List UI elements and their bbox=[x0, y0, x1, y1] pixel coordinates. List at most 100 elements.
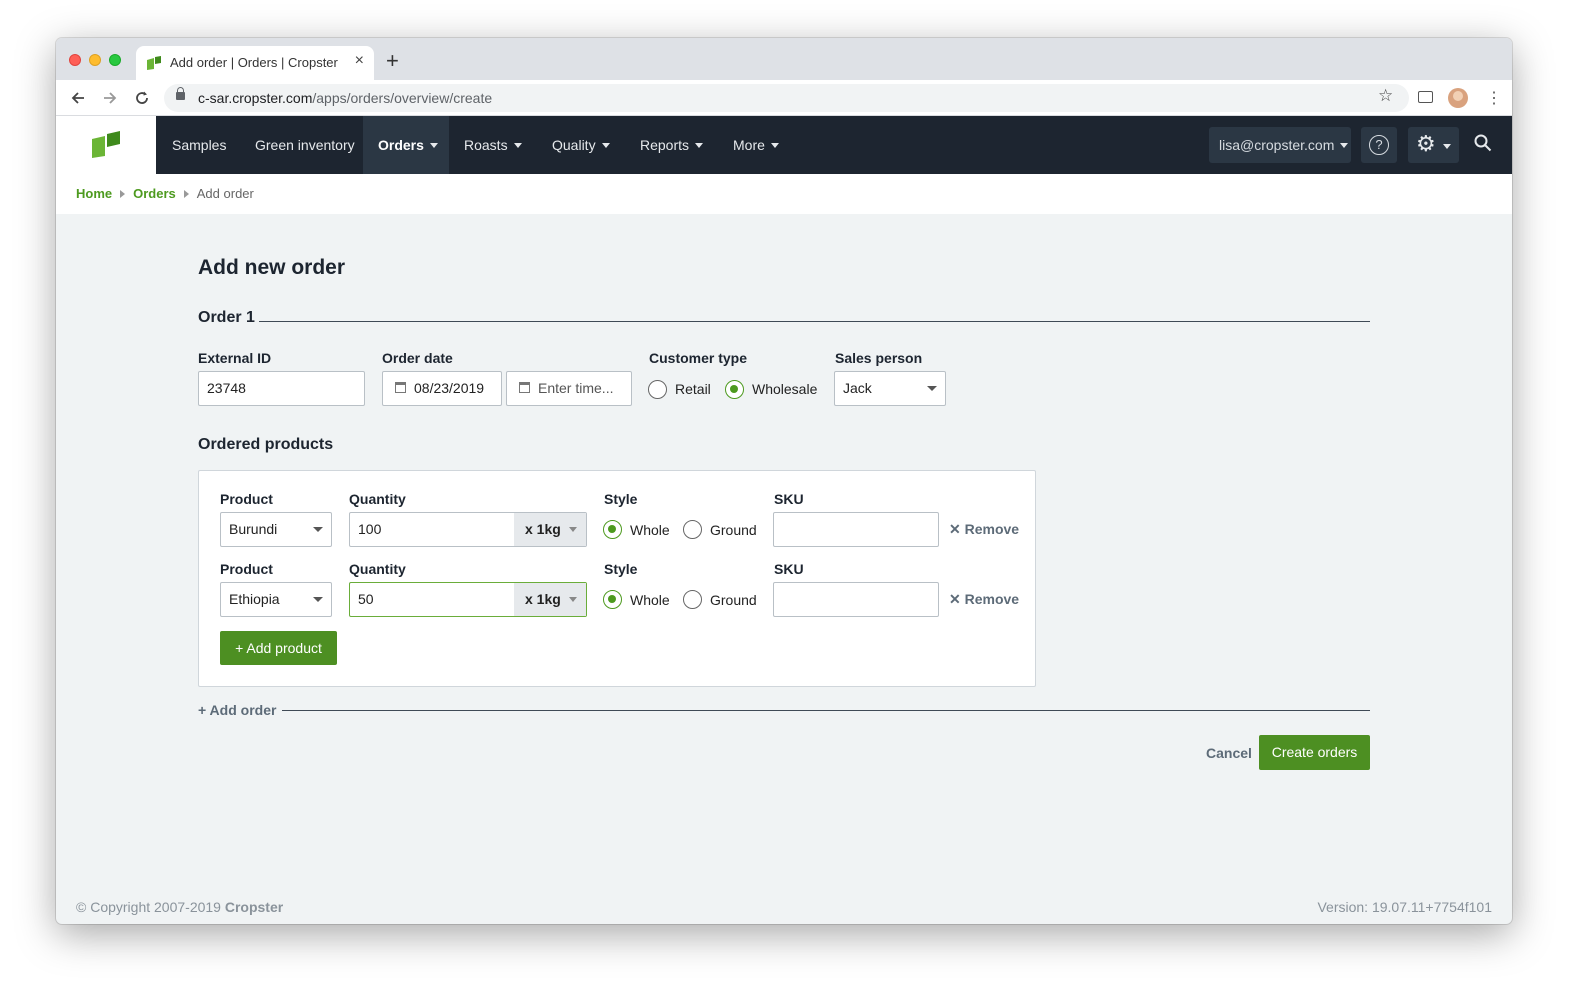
tab-strip: Add order | Orders | Cropster × + bbox=[56, 38, 1512, 80]
nav-roasts-label: Roasts bbox=[464, 137, 508, 153]
customer-type-retail-radio[interactable] bbox=[648, 380, 667, 399]
style-ground-radio[interactable] bbox=[683, 520, 702, 539]
nav-more-label: More bbox=[733, 137, 765, 153]
remove-product-button[interactable]: ✕ Remove bbox=[949, 591, 1019, 608]
order-date-label: Order date bbox=[382, 350, 453, 366]
sales-person-select[interactable]: Jack bbox=[834, 371, 946, 406]
breadcrumb-orders[interactable]: Orders bbox=[133, 186, 176, 201]
forward-arrow-icon[interactable] bbox=[102, 90, 118, 106]
close-icon: ✕ bbox=[949, 521, 965, 537]
cropster-favicon-icon bbox=[147, 56, 161, 70]
product-select[interactable]: Burundi bbox=[220, 512, 332, 547]
help-icon: ? bbox=[1369, 135, 1389, 155]
nav-more[interactable]: More bbox=[733, 116, 779, 174]
tab-close-icon[interactable]: × bbox=[355, 52, 364, 70]
profile-avatar[interactable] bbox=[1448, 88, 1468, 108]
ordered-products-panel: Product Burundi Quantity 100 x 1kg Style … bbox=[198, 470, 1036, 687]
bookmark-star-icon[interactable]: ☆ bbox=[1378, 86, 1393, 106]
quantity-input[interactable]: 100 x 1kg bbox=[349, 512, 587, 547]
app-navbar: Samples Green inventory Orders Roasts Qu… bbox=[56, 116, 1512, 174]
product-select[interactable]: Ethiopia bbox=[220, 582, 332, 617]
user-menu-button[interactable]: lisa@cropster.com bbox=[1209, 127, 1351, 163]
quantity-label: Quantity bbox=[349, 561, 406, 577]
settings-button[interactable]: ⚙ bbox=[1408, 127, 1459, 163]
product-label: Product bbox=[220, 491, 273, 507]
user-email: lisa@cropster.com bbox=[1219, 137, 1335, 153]
order-date-input[interactable]: 08/23/2019 bbox=[382, 371, 502, 406]
minimize-window-button[interactable] bbox=[89, 54, 101, 66]
style-ground-radio[interactable] bbox=[683, 590, 702, 609]
footer-copyright: © Copyright 2007-2019 Cropster bbox=[76, 899, 283, 915]
nav-reports[interactable]: Reports bbox=[640, 116, 704, 174]
cropster-logo-icon bbox=[92, 131, 120, 158]
sku-input[interactable] bbox=[773, 512, 939, 547]
ordered-products-title: Ordered products bbox=[198, 436, 334, 453]
add-order-button[interactable]: + Add order bbox=[198, 702, 276, 718]
copyright-text: © Copyright 2007-2019 bbox=[76, 899, 221, 915]
external-id-input[interactable]: 23748 bbox=[198, 371, 365, 406]
remove-label: Remove bbox=[964, 591, 1020, 607]
maximize-window-button[interactable] bbox=[109, 54, 121, 66]
unit-select[interactable]: x 1kg bbox=[514, 583, 586, 616]
nav-green-inventory[interactable]: Green inventory bbox=[255, 116, 355, 174]
order-section-title: Order 1 bbox=[198, 309, 255, 326]
nav-green-inventory-label: Green inventory bbox=[255, 137, 355, 153]
footer-version: Version: 19.07.11+7754f101 bbox=[1317, 899, 1492, 915]
breadcrumb: Home Orders Add order bbox=[56, 174, 1512, 214]
style-whole-radio[interactable] bbox=[603, 520, 622, 539]
breadcrumb-home[interactable]: Home bbox=[76, 186, 112, 201]
style-whole-label: Whole bbox=[630, 592, 670, 608]
sales-person-value: Jack bbox=[843, 380, 872, 396]
order-time-input[interactable]: Enter time... bbox=[506, 371, 632, 406]
sku-label: SKU bbox=[774, 491, 804, 507]
back-arrow-icon[interactable] bbox=[70, 90, 86, 106]
product-value: Ethiopia bbox=[229, 591, 280, 607]
url-host: c-sar.cropster.com bbox=[198, 90, 313, 106]
style-label: Style bbox=[604, 561, 638, 577]
close-icon: ✕ bbox=[949, 591, 965, 607]
url-path: /apps/orders/overview/create bbox=[312, 90, 493, 106]
nav-samples-label: Samples bbox=[172, 137, 227, 153]
browser-tab[interactable]: Add order | Orders | Cropster × bbox=[136, 46, 374, 80]
page-title: Add new order bbox=[198, 256, 346, 279]
style-label: Style bbox=[604, 491, 638, 507]
nav-reports-label: Reports bbox=[640, 137, 690, 153]
nav-samples[interactable]: Samples bbox=[172, 116, 226, 174]
customer-type-retail-label: Retail bbox=[675, 381, 711, 397]
search-icon[interactable] bbox=[1474, 134, 1492, 152]
cast-icon[interactable] bbox=[1418, 91, 1433, 103]
close-window-button[interactable] bbox=[69, 54, 81, 66]
create-orders-button[interactable]: Create orders bbox=[1259, 735, 1370, 770]
url-field[interactable]: c-sar.cropster.com/apps/orders/overview/… bbox=[164, 84, 1409, 112]
remove-product-button[interactable]: ✕ Remove bbox=[949, 521, 1019, 538]
sku-input[interactable] bbox=[773, 582, 939, 617]
product-label: Product bbox=[220, 561, 273, 577]
chevron-right-icon bbox=[183, 189, 189, 198]
new-tab-button[interactable]: + bbox=[386, 48, 399, 74]
cancel-button[interactable]: Cancel bbox=[1206, 745, 1252, 761]
quantity-value: 50 bbox=[358, 591, 374, 607]
remove-label: Remove bbox=[964, 521, 1020, 537]
help-button[interactable]: ? bbox=[1361, 127, 1397, 163]
external-id-label: External ID bbox=[198, 350, 272, 366]
divider bbox=[282, 710, 1370, 711]
nav-quality-label: Quality bbox=[552, 137, 596, 153]
chevron-down-icon bbox=[513, 142, 522, 148]
chevron-down-icon bbox=[313, 597, 323, 602]
quantity-input[interactable]: 50 x 1kg bbox=[349, 582, 587, 617]
cropster-logo[interactable] bbox=[56, 116, 156, 174]
chevron-down-icon bbox=[568, 526, 577, 532]
footer-brand: Cropster bbox=[224, 899, 284, 915]
style-whole-radio[interactable] bbox=[603, 590, 622, 609]
unit-select[interactable]: x 1kg bbox=[514, 513, 586, 546]
nav-orders[interactable]: Orders bbox=[363, 116, 449, 174]
nav-quality[interactable]: Quality bbox=[552, 116, 610, 174]
customer-type-wholesale-radio[interactable] bbox=[725, 380, 744, 399]
sales-person-label: Sales person bbox=[835, 350, 923, 366]
chevron-down-icon bbox=[568, 596, 577, 602]
add-product-button[interactable]: + Add product bbox=[220, 631, 337, 665]
nav-roasts[interactable]: Roasts bbox=[464, 116, 522, 174]
reload-icon[interactable] bbox=[134, 90, 150, 106]
browser-menu-icon[interactable]: ⋮ bbox=[1486, 88, 1502, 108]
style-whole-label: Whole bbox=[630, 522, 670, 538]
